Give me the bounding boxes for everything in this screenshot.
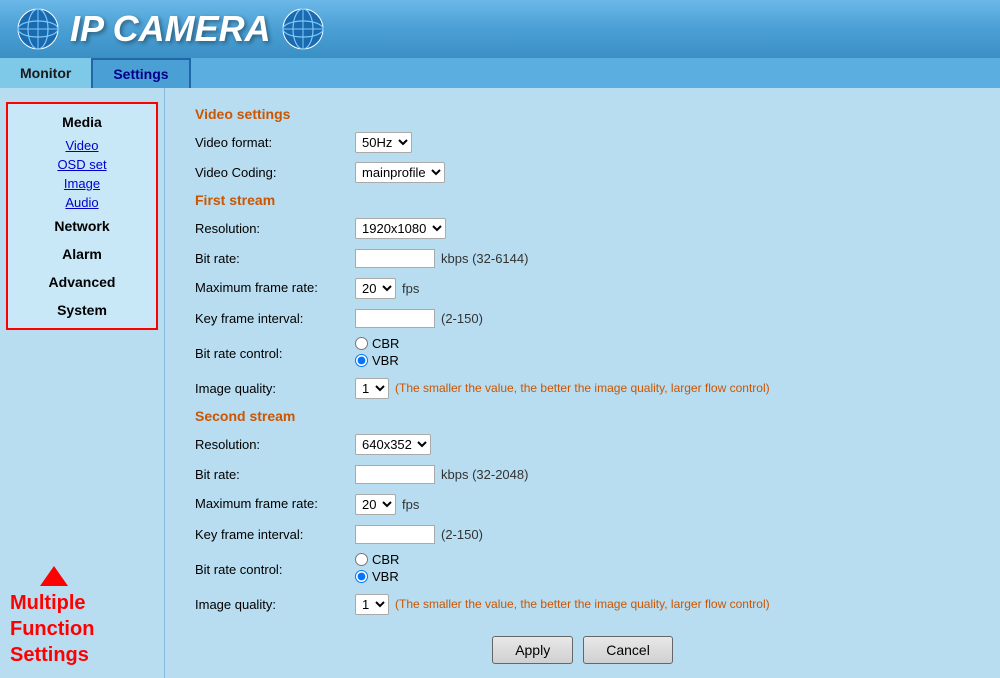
- second-bitrate-unit: kbps (32-2048): [441, 467, 528, 482]
- second-cbr-label: CBR: [372, 552, 399, 567]
- second-quality-select[interactable]: 123456: [355, 594, 389, 615]
- first-bitrate-input[interactable]: 1536: [355, 249, 435, 268]
- second-bitrate-control-label: Bit rate control:: [195, 562, 355, 577]
- sidebar-category-advanced[interactable]: Advanced: [8, 268, 156, 296]
- first-quality-hint: (The smaller the value, the better the i…: [395, 381, 770, 395]
- sidebar-item-image[interactable]: Image: [8, 174, 156, 193]
- sidebar-menu: Media Video OSD set Image Audio Network …: [6, 102, 158, 330]
- header: IP CAMERA: [0, 0, 1000, 58]
- video-format-row: Video format: 50Hz 60Hz: [195, 130, 970, 154]
- first-bitrate-label: Bit rate:: [195, 251, 355, 266]
- second-framerate-row: Maximum frame rate: 20253015 fps: [195, 492, 970, 516]
- second-vbr-radio[interactable]: [355, 570, 368, 583]
- second-vbr-label: VBR: [372, 569, 399, 584]
- first-keyframe-input[interactable]: 40: [355, 309, 435, 328]
- second-vbr-row: VBR: [355, 569, 399, 584]
- second-bitrate-control-row: Bit rate control: CBR VBR: [195, 552, 970, 586]
- second-bitrate-row: Bit rate: 512 kbps (32-2048): [195, 462, 970, 486]
- sidebar-category-system[interactable]: System: [8, 296, 156, 324]
- second-framerate-label: Maximum frame rate:: [195, 496, 355, 513]
- second-keyframe-row: Key frame interval: 40 (2-150): [195, 522, 970, 546]
- first-bitrate-control-group: CBR VBR: [355, 336, 399, 370]
- video-format-label: Video format:: [195, 135, 355, 150]
- button-row: Apply Cancel: [195, 636, 970, 664]
- first-bitrate-control-label: Bit rate control:: [195, 346, 355, 361]
- content-area: Video settings Video format: 50Hz 60Hz V…: [165, 88, 1000, 678]
- first-quality-row: Image quality: 123456 (The smaller the v…: [195, 376, 970, 400]
- first-cbr-radio[interactable]: [355, 337, 368, 350]
- globe-left-icon: [16, 7, 60, 51]
- second-keyframe-label: Key frame interval:: [195, 527, 355, 542]
- second-keyframe-input[interactable]: 40: [355, 525, 435, 544]
- first-framerate-label: Maximum frame rate:: [195, 280, 355, 297]
- second-resolution-label: Resolution:: [195, 437, 355, 452]
- globe-right-icon: [281, 7, 325, 51]
- video-coding-row: Video Coding: mainprofile baseline highp…: [195, 160, 970, 184]
- first-vbr-radio[interactable]: [355, 354, 368, 367]
- first-quality-label: Image quality:: [195, 381, 355, 396]
- first-vbr-row: VBR: [355, 353, 399, 368]
- second-resolution-select[interactable]: 640x352 320x176 640x480: [355, 434, 431, 455]
- second-bitrate-input[interactable]: 512: [355, 465, 435, 484]
- second-quality-hint: (The smaller the value, the better the i…: [395, 597, 770, 611]
- nav-tabs: Monitor Settings: [0, 58, 1000, 88]
- second-keyframe-unit: (2-150): [441, 527, 483, 542]
- first-resolution-label: Resolution:: [195, 221, 355, 236]
- first-quality-select[interactable]: 123456: [355, 378, 389, 399]
- cancel-button[interactable]: Cancel: [583, 636, 673, 664]
- second-resolution-row: Resolution: 640x352 320x176 640x480: [195, 432, 970, 456]
- second-quality-row: Image quality: 123456 (The smaller the v…: [195, 592, 970, 616]
- apply-button[interactable]: Apply: [492, 636, 573, 664]
- app-title: IP CAMERA: [70, 8, 271, 50]
- sidebar-category-media: Media: [8, 108, 156, 136]
- sidebar: Media Video OSD set Image Audio Network …: [0, 88, 165, 678]
- first-cbr-row: CBR: [355, 336, 399, 351]
- video-settings-title: Video settings: [195, 106, 970, 122]
- second-bitrate-control-group: CBR VBR: [355, 552, 399, 586]
- main-layout: Media Video OSD set Image Audio Network …: [0, 88, 1000, 678]
- sidebar-category-alarm[interactable]: Alarm: [8, 240, 156, 268]
- arrow-up-icon: [40, 566, 68, 586]
- tab-settings[interactable]: Settings: [91, 58, 190, 88]
- first-vbr-label: VBR: [372, 353, 399, 368]
- second-cbr-radio[interactable]: [355, 553, 368, 566]
- first-framerate-unit: fps: [402, 281, 419, 296]
- second-framerate-unit: fps: [402, 497, 419, 512]
- sidebar-item-audio[interactable]: Audio: [8, 193, 156, 212]
- sidebar-item-osd-set[interactable]: OSD set: [8, 155, 156, 174]
- video-coding-select[interactable]: mainprofile baseline highprofile: [355, 162, 445, 183]
- first-keyframe-label: Key frame interval:: [195, 311, 355, 326]
- first-keyframe-unit: (2-150): [441, 311, 483, 326]
- first-resolution-row: Resolution: 1920x1080 1280x720 640x480: [195, 216, 970, 240]
- annotation-text: Multiple Function Settings: [10, 590, 154, 668]
- video-coding-label: Video Coding:: [195, 165, 355, 180]
- first-resolution-select[interactable]: 1920x1080 1280x720 640x480: [355, 218, 446, 239]
- second-cbr-row: CBR: [355, 552, 399, 567]
- first-bitrate-control-row: Bit rate control: CBR VBR: [195, 336, 970, 370]
- second-stream-title: Second stream: [195, 408, 970, 424]
- second-framerate-select[interactable]: 20253015: [355, 494, 396, 515]
- first-cbr-label: CBR: [372, 336, 399, 351]
- second-bitrate-label: Bit rate:: [195, 467, 355, 482]
- sidebar-item-video[interactable]: Video: [8, 136, 156, 155]
- first-bitrate-unit: kbps (32-6144): [441, 251, 528, 266]
- second-quality-label: Image quality:: [195, 597, 355, 612]
- sidebar-category-network[interactable]: Network: [8, 212, 156, 240]
- video-format-select[interactable]: 50Hz 60Hz: [355, 132, 412, 153]
- first-keyframe-row: Key frame interval: 40 (2-150): [195, 306, 970, 330]
- first-framerate-row: Maximum frame rate: 20253015 fps: [195, 276, 970, 300]
- tab-monitor[interactable]: Monitor: [0, 58, 91, 88]
- sidebar-annotation: Multiple Function Settings: [0, 566, 164, 668]
- first-bitrate-row: Bit rate: 1536 kbps (32-6144): [195, 246, 970, 270]
- first-stream-title: First stream: [195, 192, 970, 208]
- first-framerate-select[interactable]: 20253015: [355, 278, 396, 299]
